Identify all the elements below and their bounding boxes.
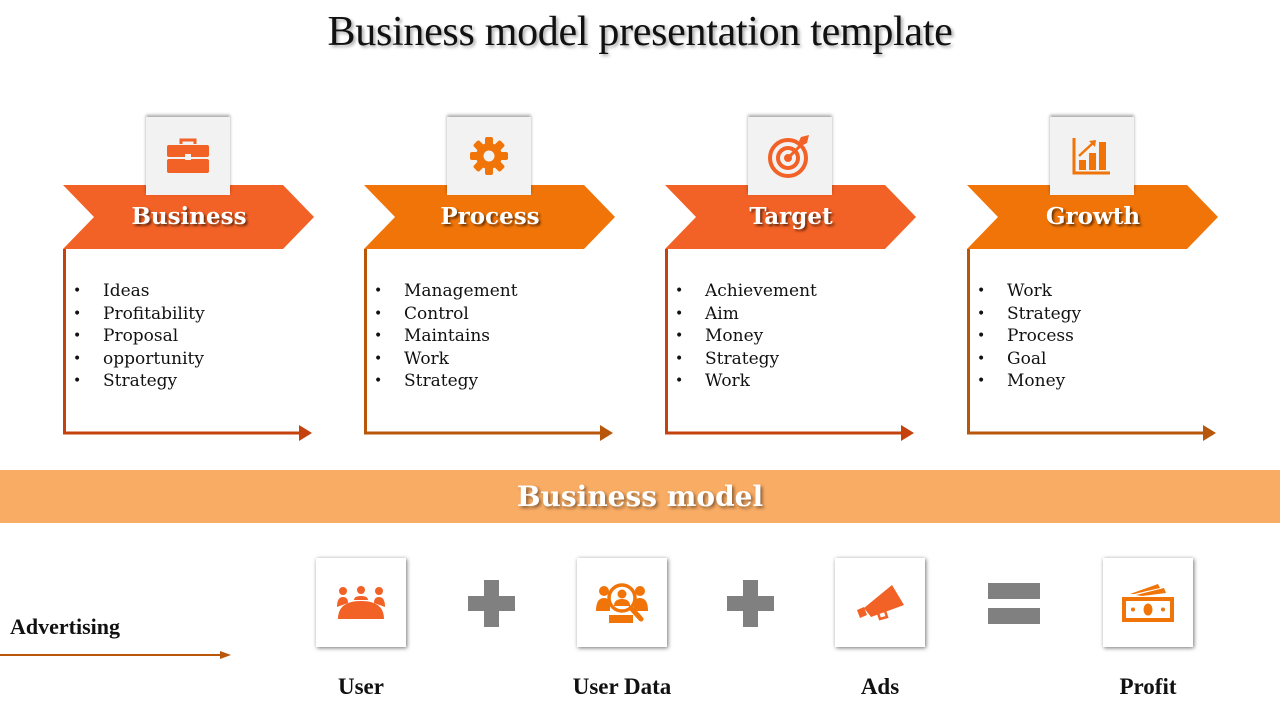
profit-box [1103, 558, 1193, 647]
list-item: Work [675, 370, 817, 393]
list-item: Goal [977, 348, 1081, 371]
megaphone-icon [857, 584, 904, 621]
stage-process: Process Management Control Maintains Wor… [364, 0, 624, 460]
list-item: Money [675, 325, 817, 348]
list-item: Strategy [675, 348, 817, 371]
icon-tile [447, 117, 531, 195]
icon-tile [748, 117, 832, 195]
profit-label: Profit [1119, 674, 1177, 699]
briefcase-icon [167, 138, 209, 173]
list-item: Money [977, 370, 1081, 393]
list-item: Proposal [73, 325, 205, 348]
stage-list: Management Control Maintains Work Strate… [374, 280, 518, 393]
advertising-label: Advertising [10, 614, 120, 639]
user-box [316, 558, 406, 647]
ads-box [835, 558, 925, 647]
list-item: Aim [675, 303, 817, 326]
list-item: Strategy [73, 370, 205, 393]
stage-list: Ideas Profitability Proposal opportunity… [73, 280, 205, 393]
user-group-icon [337, 585, 385, 619]
list-item: Strategy [977, 303, 1081, 326]
icon-tile [146, 117, 230, 195]
gear-icon [470, 137, 508, 175]
list-item: Process [977, 325, 1081, 348]
ads-label: Ads [860, 674, 900, 699]
list-item: Strategy [374, 370, 518, 393]
stage-list: Work Strategy Process Goal Money [977, 280, 1081, 393]
list-item: Ideas [73, 280, 205, 303]
equals-icon [988, 583, 1040, 624]
stage-business: Business Ideas Profitability Proposal op… [63, 0, 323, 460]
list-item: Profitability [73, 303, 205, 326]
band-title: Business model [516, 480, 764, 513]
list-item: Work [977, 280, 1081, 303]
plus-icon [468, 580, 515, 627]
plus-icon [727, 580, 774, 627]
list-item: Work [374, 348, 518, 371]
list-item: Achievement [675, 280, 817, 303]
stage-target: Target Achievement Aim Money Strategy Wo… [665, 0, 925, 460]
user-label: User [338, 674, 384, 699]
list-item: Maintains [374, 325, 518, 348]
icon-tile [1050, 117, 1134, 195]
list-item: Control [374, 303, 518, 326]
money-icon [1122, 583, 1174, 622]
user-data-label: User Data [572, 674, 672, 699]
user-search-icon [596, 582, 648, 623]
stage-growth: Growth Work Strategy Process Goal Money [967, 0, 1227, 460]
stage-list: Achievement Aim Money Strategy Work [675, 280, 817, 393]
growth-chart-icon [1072, 138, 1110, 175]
user-data-box [577, 558, 667, 647]
advertising-arrow [0, 651, 231, 659]
list-item: opportunity [73, 348, 205, 371]
business-model-band: Business model [0, 470, 1280, 523]
list-item: Management [374, 280, 518, 303]
target-icon [768, 135, 809, 178]
